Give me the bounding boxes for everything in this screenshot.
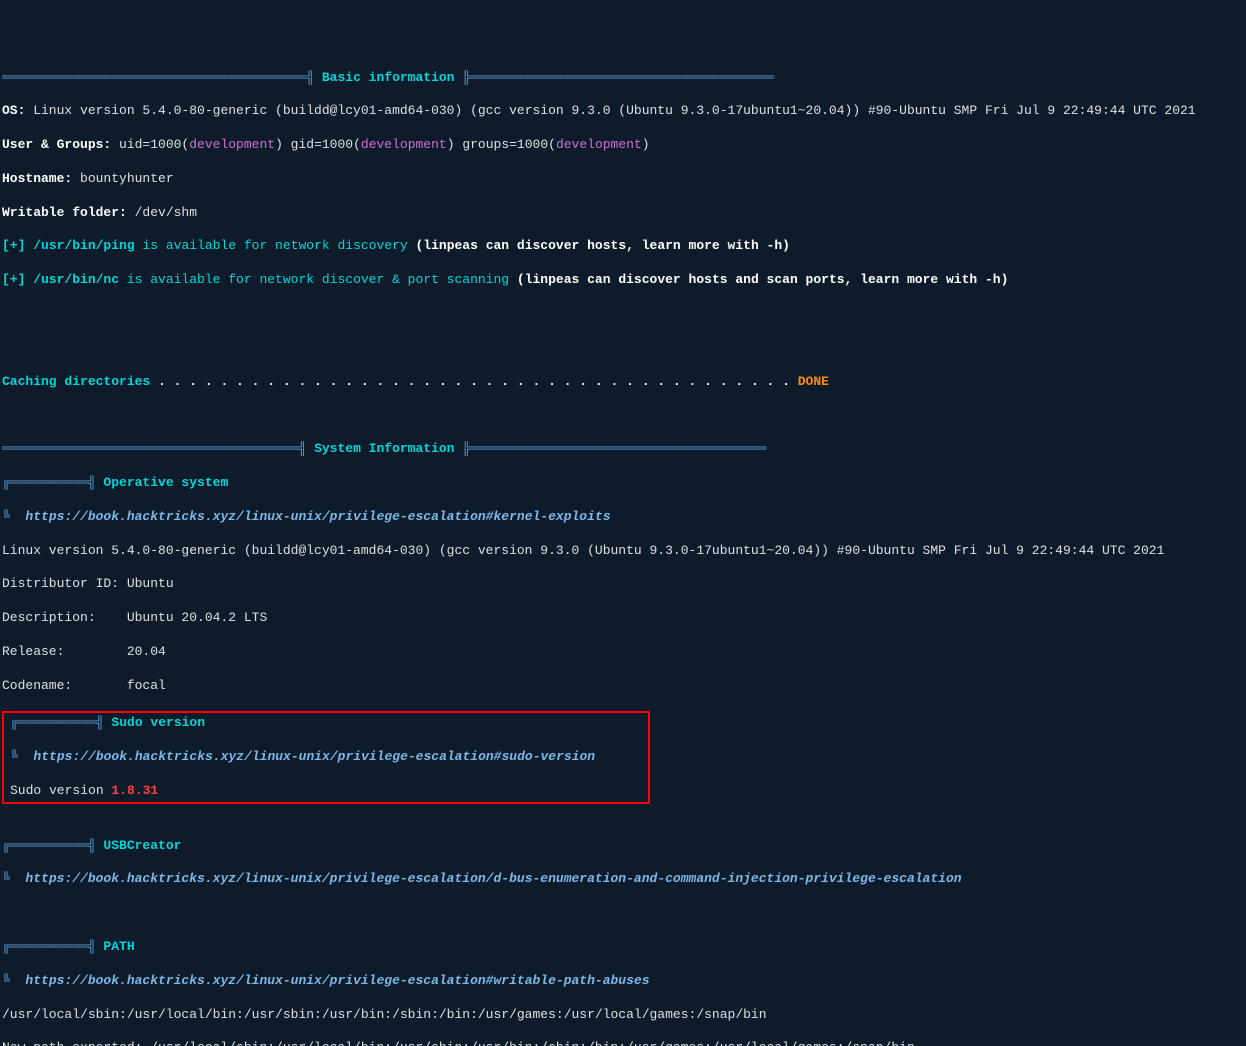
url-sudo: ╚ https://book.hacktricks.xyz/linux-unix… (10, 749, 642, 766)
dist-desc: Description: Ubuntu 20.04.2 LTS (2, 610, 1244, 627)
url-path: ╚ https://book.hacktricks.xyz/linux-unix… (2, 973, 1244, 990)
hostname-line: Hostname: bountyhunter (2, 171, 1244, 188)
ping-line: [+] /usr/bin/ping is available for netwo… (2, 238, 1244, 255)
sub-sudo-header: ╔══════════╣ Sudo version (10, 715, 642, 732)
dist-id: Distributor ID: Ubuntu (2, 576, 1244, 593)
sub-usb-header: ╔══════════╣ USBCreator (2, 838, 1244, 855)
sub-os-header: ╔══════════╣ Operative system (2, 475, 1244, 492)
section-sysinfo-header: ══════════════════════════════════════╣ … (2, 441, 1244, 458)
os-line: OS: Linux version 5.4.0-80-generic (buil… (2, 103, 1244, 120)
dist-code: Codename: focal (2, 678, 1244, 695)
user-groups-line: User & Groups: uid=1000(development) gid… (2, 137, 1244, 154)
path-exported: New path exported: /usr/local/sbin:/usr/… (2, 1040, 1244, 1046)
caching-line: Caching directories . . . . . . . . . . … (2, 374, 1244, 391)
url-kernel: ╚ https://book.hacktricks.xyz/linux-unix… (2, 509, 1244, 526)
url-usb: ╚ https://book.hacktricks.xyz/linux-unix… (2, 871, 1244, 888)
section-basic-header: ═══════════════════════════════════════╣… (2, 70, 1244, 87)
writable-line: Writable folder: /dev/shm (2, 205, 1244, 222)
dist-rel: Release: 20.04 (2, 644, 1244, 661)
kernel-version: Linux version 5.4.0-80-generic (buildd@l… (2, 543, 1244, 560)
sub-path-header: ╔══════════╣ PATH (2, 939, 1244, 956)
sudo-version-line: Sudo version 1.8.31 (10, 783, 642, 800)
nc-line: [+] /usr/bin/nc is available for network… (2, 272, 1244, 289)
path-current: /usr/local/sbin:/usr/local/bin:/usr/sbin… (2, 1007, 1244, 1024)
sudo-highlight-box: ╔══════════╣ Sudo version ╚ https://book… (2, 711, 650, 803)
